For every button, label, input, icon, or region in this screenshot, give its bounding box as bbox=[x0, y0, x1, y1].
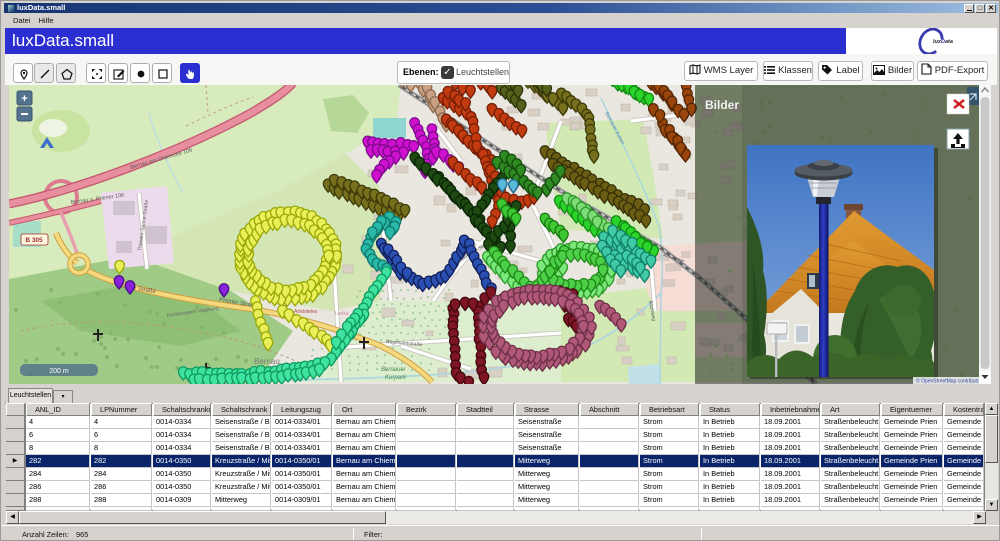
svg-text:Bernauer: Bernauer bbox=[381, 367, 407, 373]
svg-text:Aristoteles: Aristoteles bbox=[294, 309, 318, 315]
svg-text:Loeka: Loeka bbox=[335, 311, 349, 317]
svg-text:Kurpark: Kurpark bbox=[385, 375, 407, 381]
svg-text:B 305: B 305 bbox=[25, 237, 43, 244]
svg-text:+: + bbox=[21, 93, 27, 105]
svg-text:Bernau: Bernau bbox=[254, 357, 280, 366]
svg-text:luxData: luxData bbox=[933, 39, 953, 45]
svg-text:Bilder: Bilder bbox=[705, 98, 739, 112]
svg-text:200 m: 200 m bbox=[49, 368, 69, 375]
